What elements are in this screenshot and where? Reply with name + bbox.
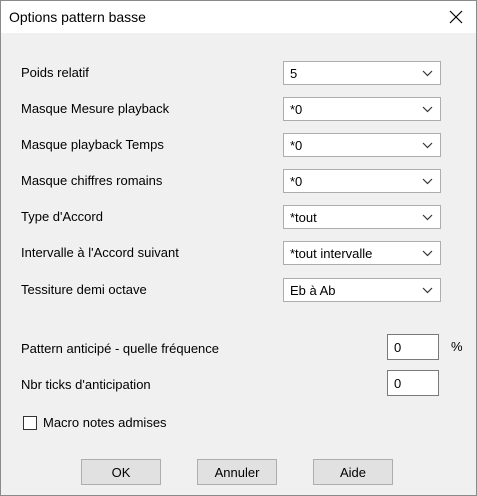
close-button[interactable] <box>436 1 476 33</box>
next-chord-interval-value: *tout intervalle <box>290 246 373 261</box>
macro-notes-label[interactable]: Macro notes admises <box>43 415 167 430</box>
anticipation-ticks-value: 0 <box>394 376 402 391</box>
chevron-down-icon <box>422 70 433 77</box>
anticipation-frequency-value: 0 <box>394 340 402 355</box>
chevron-down-icon <box>422 106 433 113</box>
cancel-button[interactable]: Annuler <box>197 459 277 485</box>
help-button-label: Aide <box>339 464 367 480</box>
dialog-title: Options pattern basse <box>9 9 146 25</box>
next-chord-interval-select[interactable]: *tout intervalle <box>283 241 441 265</box>
anticipation-frequency-input[interactable]: 0 <box>387 334 439 360</box>
close-icon <box>449 10 463 24</box>
ok-button[interactable]: OK <box>81 459 161 485</box>
half-octave-range-label: Tessiture demi octave <box>21 282 147 297</box>
roman-numeral-mask-label: Masque chiffres romains <box>21 173 163 188</box>
relative-weight-value: 5 <box>290 66 298 81</box>
chord-type-value: *tout <box>290 210 317 225</box>
half-octave-range-value: Eb à Ab <box>290 283 336 298</box>
help-button[interactable]: Aide <box>313 459 393 485</box>
chevron-down-icon <box>422 250 433 257</box>
chevron-down-icon <box>422 287 433 294</box>
beat-playback-mask-select[interactable]: *0 <box>283 133 441 157</box>
title-bar: Options pattern basse <box>1 1 476 33</box>
beat-playback-mask-value: *0 <box>290 138 303 153</box>
bar-playback-mask-label: Masque Mesure playback <box>21 101 170 116</box>
chevron-down-icon <box>422 142 433 149</box>
anticipation-ticks-input[interactable]: 0 <box>387 370 439 396</box>
chevron-down-icon <box>422 178 433 185</box>
cancel-button-label: Annuler <box>214 464 260 480</box>
beat-playback-mask-label: Masque playback Temps <box>21 137 164 152</box>
ok-button-label: OK <box>111 464 131 480</box>
next-chord-interval-label: Intervalle à l'Accord suivant <box>21 245 179 260</box>
options-pattern-basse-dialog: Options pattern basse Poids relatif 5 Ma… <box>0 0 477 496</box>
roman-numeral-mask-select[interactable]: *0 <box>283 169 441 193</box>
roman-numeral-mask-value: *0 <box>290 174 303 189</box>
percent-unit: % <box>451 339 463 354</box>
bar-playback-mask-select[interactable]: *0 <box>283 97 441 121</box>
anticipation-ticks-label: Nbr ticks d'anticipation <box>21 377 151 392</box>
bar-playback-mask-value: *0 <box>290 102 303 117</box>
relative-weight-label: Poids relatif <box>21 65 89 80</box>
chord-type-select[interactable]: *tout <box>283 205 441 229</box>
anticipation-frequency-label: Pattern anticipé - quelle fréquence <box>21 341 220 356</box>
chord-type-label: Type d'Accord <box>21 209 103 224</box>
chevron-down-icon <box>422 214 433 221</box>
relative-weight-select[interactable]: 5 <box>283 61 441 85</box>
half-octave-range-select[interactable]: Eb à Ab <box>283 278 441 302</box>
macro-notes-checkbox[interactable] <box>23 416 37 430</box>
